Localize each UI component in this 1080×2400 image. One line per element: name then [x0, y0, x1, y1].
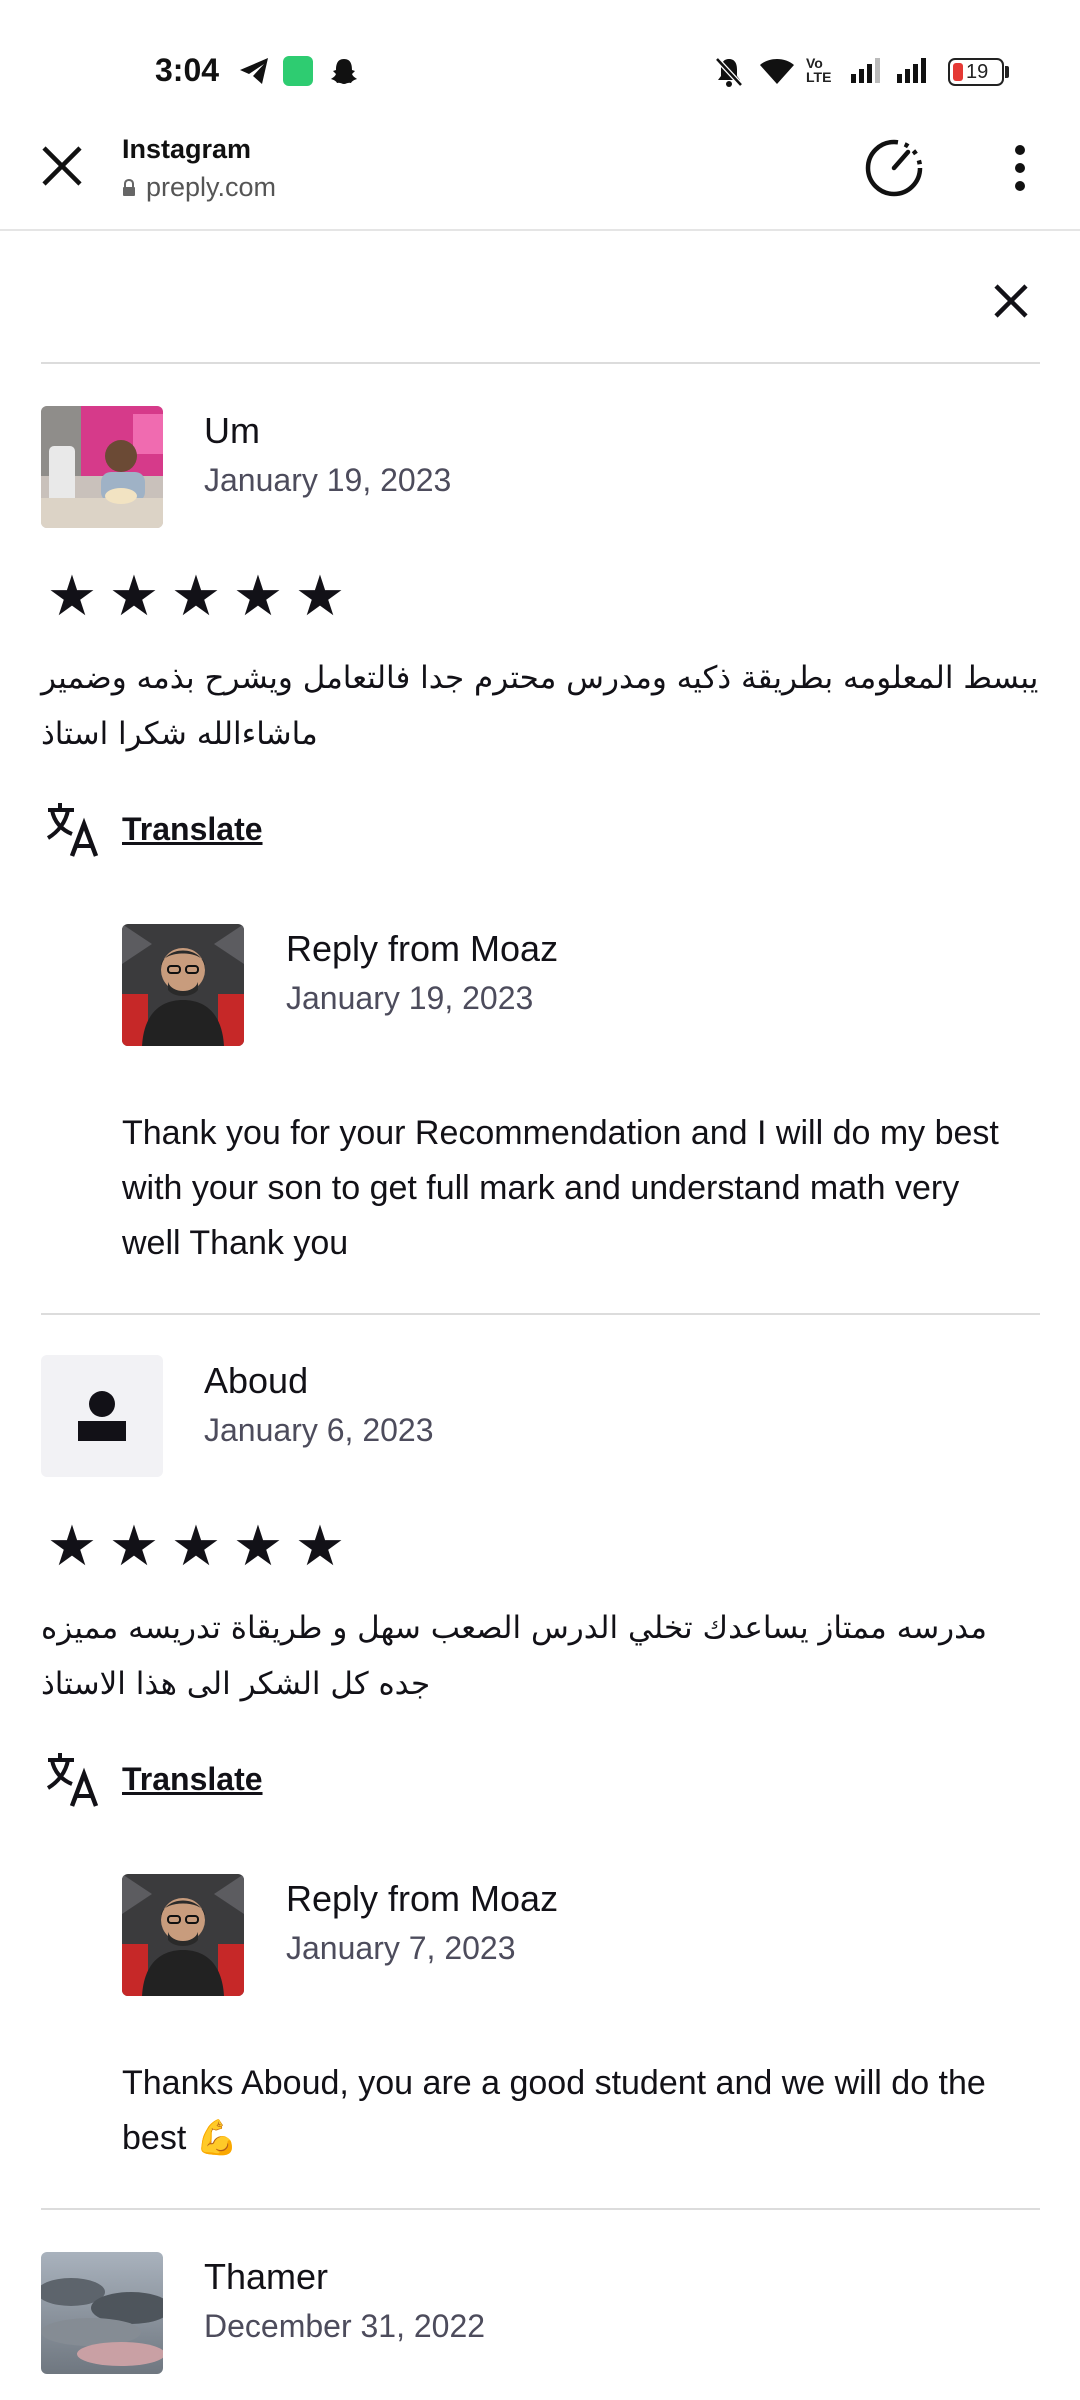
reviewer-name: Um [204, 410, 260, 451]
translate-button[interactable]: Translate [44, 1750, 263, 1808]
divider [41, 2208, 1040, 2210]
translate-button[interactable]: Translate [44, 800, 263, 858]
star-icon: ★ [232, 564, 284, 627]
battery-level: 19 [966, 61, 989, 83]
signal-strength-icon [897, 58, 926, 83]
star-icon: ★ [170, 1514, 222, 1577]
reply-author: Reply from Moaz [286, 1878, 559, 1919]
battery-icon: 19 [948, 58, 1004, 86]
review-date: December 31, 2022 [204, 2308, 486, 2344]
star-rating: ★ ★ ★ ★ ★ [46, 1518, 346, 1574]
volte-icon: Vo LTE [806, 55, 832, 85]
avatar [41, 2252, 163, 2374]
review-text: يبسط المعلومه بطريقة ذكيه ومدرس محترم جد… [41, 660, 1039, 752]
status-bar: 3:04 Vo LTE 19 [0, 0, 1080, 140]
telegram-icon [240, 58, 268, 84]
star-icon: ★ [294, 564, 346, 627]
browser-divider [0, 229, 1080, 231]
reply-date: January 7, 2023 [286, 1930, 516, 1966]
signal-strength-icon [851, 58, 880, 83]
translate-link[interactable]: Translate [122, 1761, 263, 1798]
url-text: preply.com [146, 172, 277, 202]
avatar [41, 1355, 163, 1477]
review-date: January 19, 2023 [204, 462, 452, 498]
app-badge-icon [283, 56, 313, 86]
star-icon: ★ [294, 1514, 346, 1577]
star-icon: ★ [108, 564, 160, 627]
reply-text: Thank you for your Recommendation and I … [122, 1114, 999, 1262]
star-icon: ★ [170, 564, 222, 627]
url-bar[interactable]: preply.com [122, 172, 276, 203]
lock-icon [123, 178, 135, 196]
wifi-icon [760, 59, 794, 84]
status-time: 3:04 [155, 52, 220, 88]
review-text: مدرسه ممتاز يساعدك تخلي الدرس الصعب سهل … [41, 1610, 988, 1702]
flexed-biceps-icon: 💪 [195, 2119, 239, 2157]
reply-text: Thanks Aboud, you are a good student and… [122, 2056, 1022, 2166]
modal-close-icon[interactable] [988, 278, 1034, 324]
battery-tip [1005, 66, 1009, 78]
mute-icon [715, 57, 743, 87]
translate-link[interactable]: Translate [122, 811, 263, 848]
reviewer-name: Aboud [204, 1360, 309, 1401]
reply-date: January 19, 2023 [286, 980, 534, 1016]
reply-author: Reply from Moaz [286, 928, 559, 969]
speed-dial-icon[interactable] [862, 136, 926, 200]
snapchat-icon [331, 59, 357, 84]
tutor-avatar [122, 924, 244, 1046]
star-icon: ★ [46, 1514, 98, 1577]
reviewer-name: Thamer [204, 2256, 329, 2297]
avatar [41, 406, 163, 528]
more-options-icon[interactable] [1000, 143, 1040, 193]
translate-icon [46, 803, 99, 857]
user-placeholder-icon [78, 1391, 126, 1441]
star-rating: ★ ★ ★ ★ ★ [46, 568, 346, 624]
star-icon: ★ [232, 1514, 284, 1577]
close-icon[interactable] [36, 140, 88, 192]
tutor-avatar [122, 1874, 244, 1996]
page-title: Instagram [122, 134, 252, 164]
star-icon: ★ [108, 1514, 160, 1577]
reply-text-body: Thanks Aboud, you are a good student and… [122, 2064, 986, 2157]
divider [41, 1313, 1040, 1315]
review-date: January 6, 2023 [204, 1412, 434, 1448]
divider [41, 362, 1040, 364]
star-icon: ★ [46, 564, 98, 627]
translate-icon [46, 1753, 99, 1807]
